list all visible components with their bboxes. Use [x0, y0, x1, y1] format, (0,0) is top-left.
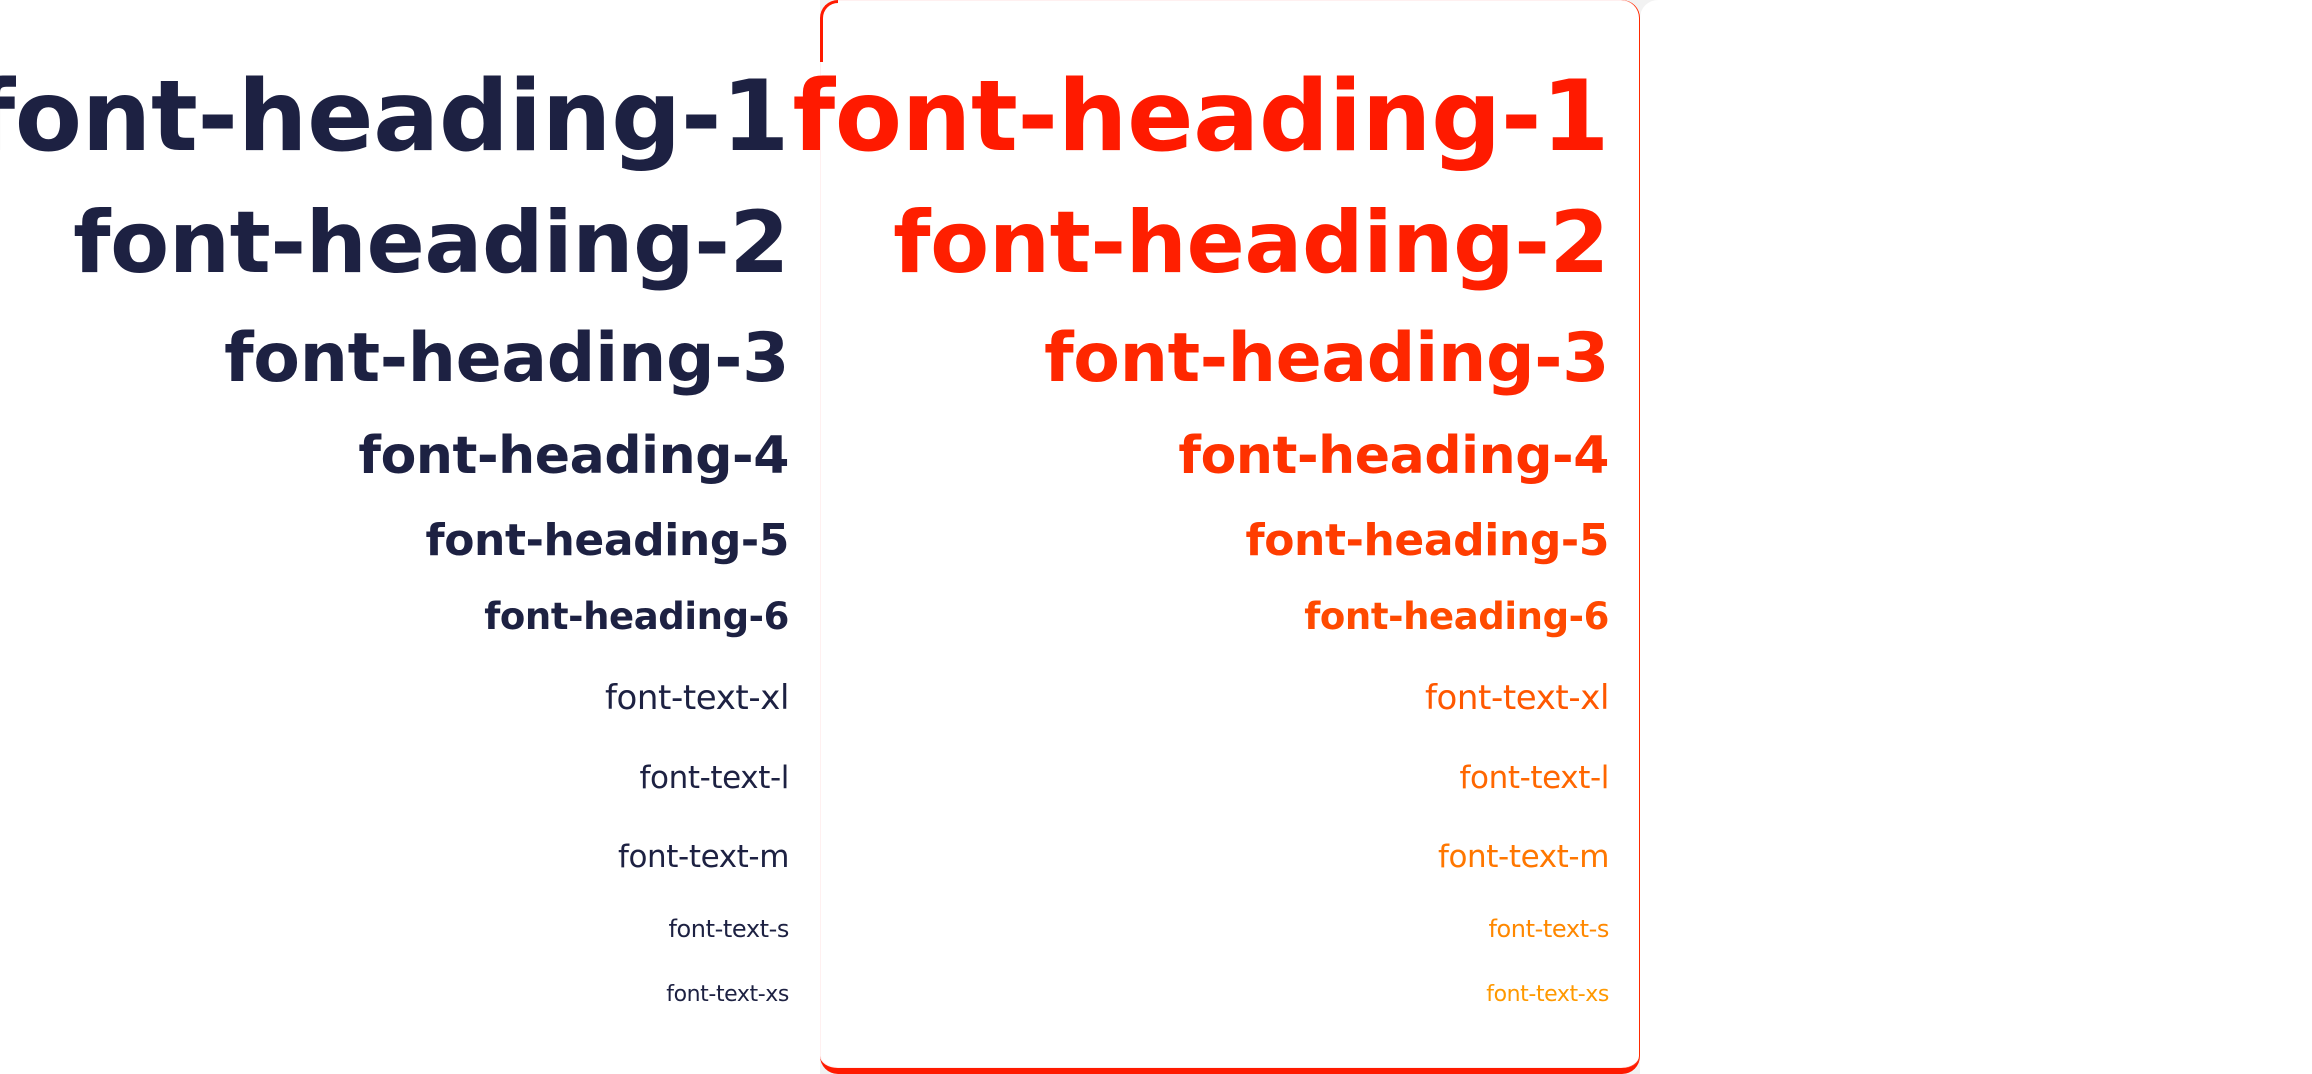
gradient-sample-heading-3: font-heading-3: [1044, 319, 1609, 398]
sample-text-l: font-text-l: [639, 760, 790, 796]
gradient-sample-text-xs: font-text-xs: [1486, 982, 1609, 1007]
gradient-sample-heading-1: font-heading-1: [792, 60, 1609, 174]
gradient-sample-text-l: font-text-l: [1459, 760, 1610, 796]
blank-panel: [1640, 0, 2312, 1074]
sample-text-xs: font-text-xs: [666, 982, 789, 1007]
sample-heading-1: font-heading-1: [0, 60, 789, 174]
gradient-sample-text-m: font-text-m: [1437, 839, 1609, 875]
sample-heading-4: font-heading-4: [358, 426, 789, 486]
gradient-sample-heading-4: font-heading-4: [1178, 426, 1609, 486]
gradient-sample-text-s: font-text-s: [1488, 915, 1609, 943]
sample-text-m: font-text-m: [617, 839, 789, 875]
gradient-sample-text-xl: font-text-xl: [1424, 678, 1609, 718]
sample-text-s: font-text-s: [668, 915, 789, 943]
gradient-sample-heading-2: font-heading-2: [893, 193, 1609, 293]
sample-heading-5: font-heading-5: [425, 515, 789, 566]
sample-heading-6: font-heading-6: [484, 595, 789, 638]
sample-text-xl: font-text-xl: [604, 678, 789, 718]
typography-preview: font-heading-1 font-heading-2 font-headi…: [0, 0, 2312, 1074]
sample-heading-3: font-heading-3: [224, 319, 789, 398]
sample-heading-2: font-heading-2: [73, 193, 789, 293]
gradient-sample-heading-5: font-heading-5: [1245, 515, 1609, 566]
gradient-sample-heading-6: font-heading-6: [1304, 595, 1609, 638]
gradient-color-panel: font-heading-1 font-heading-2 font-headi…: [792, 0, 1640, 1074]
default-color-panel: font-heading-1 font-heading-2 font-headi…: [0, 0, 820, 1074]
